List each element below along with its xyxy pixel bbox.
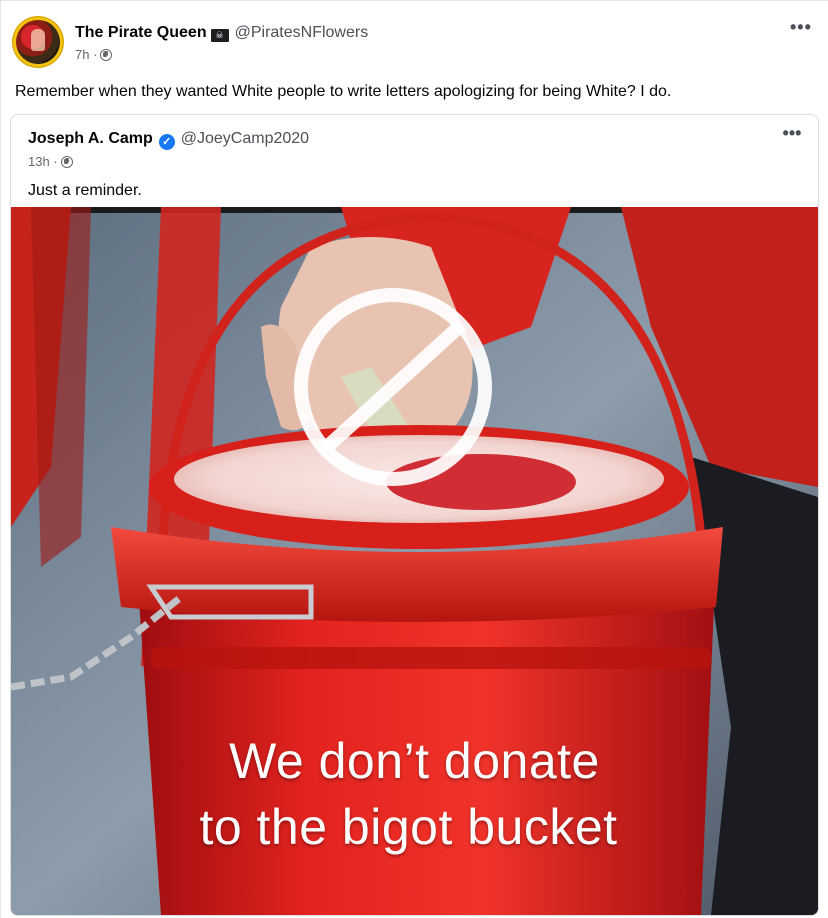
quoted-meta-separator: · [53,154,58,169]
author-avatar[interactable] [13,17,63,67]
post-text: Remember when they wanted White people t… [15,83,672,100]
author-name[interactable]: The Pirate Queen [75,24,207,41]
quoted-author-handle[interactable]: @JoeyCamp2020 [181,130,309,147]
quoted-author-name[interactable]: Joseph A. Camp [28,130,153,147]
quoted-post[interactable]: Joseph A. Camp ✓ @JoeyCamp2020 13h · ••• J… [10,114,819,916]
post-image[interactable]: We don’t donate to the bigot bucket [11,207,818,915]
author-handle[interactable]: @PiratesNFlowers [235,24,369,41]
image-caption-line-2: to the bigot bucket [199,799,618,855]
post-meta: 7h · [75,47,113,62]
more-options-icon[interactable]: ••• [790,18,811,41]
quoted-post-text: Just a reminder. [28,182,142,199]
image-caption-line-1: We don’t donate [229,733,600,789]
meta-separator: · [93,47,98,62]
post-card: The Pirate Queen ☠ @PiratesNFlowers 7h · •… [0,0,828,918]
quoted-post-timestamp[interactable]: 13h [28,154,50,169]
quoted-author-line: Joseph A. Camp ✓ @JoeyCamp2020 [28,129,309,150]
verified-badge-icon: ✓ [158,134,175,150]
quoted-post-meta: 13h · [28,154,73,169]
quoted-more-options-icon[interactable]: ••• [782,124,802,147]
pirate-flag-icon: ☠ [210,29,229,42]
author-line: The Pirate Queen ☠ @PiratesNFlowers [75,23,368,43]
post-header: The Pirate Queen ☠ @PiratesNFlowers 7h · •… [13,17,816,71]
globe-icon [60,156,73,168]
globe-icon [100,49,113,61]
post-timestamp[interactable]: 7h [75,47,89,62]
